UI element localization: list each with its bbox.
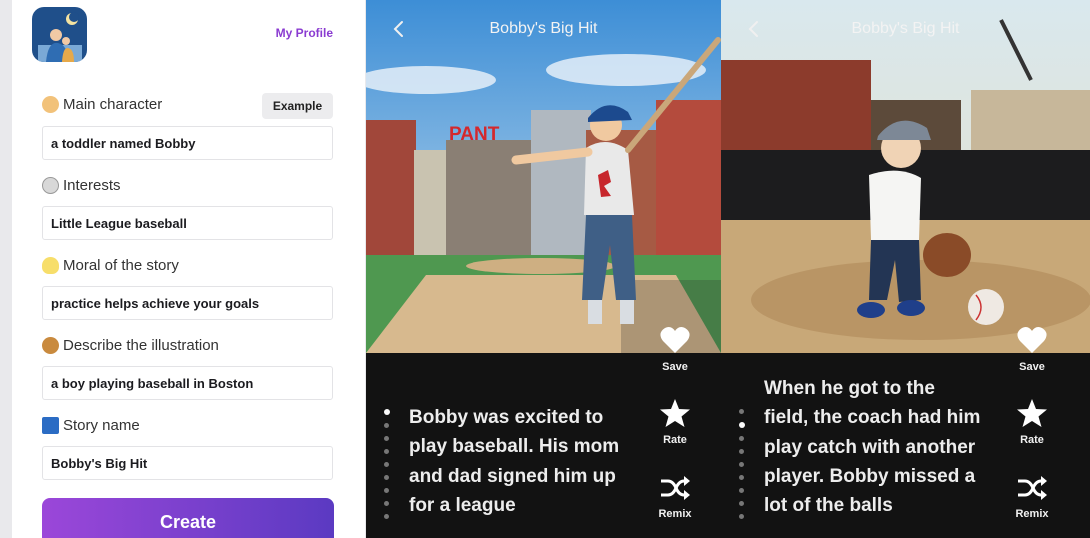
lightbulb-icon (42, 257, 59, 274)
palette-icon (42, 337, 59, 354)
interests-input[interactable]: Little League baseball (42, 206, 333, 240)
main-character-label: Main character (42, 96, 162, 113)
story-name-input[interactable]: Bobby's Big Hit (42, 446, 333, 480)
rate-button[interactable]: Rate (645, 398, 705, 446)
story-line: Bobby was excited to (409, 407, 604, 428)
rate-button[interactable]: Rate (1002, 398, 1062, 446)
story-name-label: Story name (42, 417, 140, 434)
story-line: lot of the balls (764, 495, 893, 517)
story-page-2: Bobby's Big Hit When he got to the field… (721, 0, 1090, 538)
heart-icon (660, 327, 690, 353)
story-line: and dad signed him up (409, 465, 616, 487)
page-2-header: Bobby's Big Hit (721, 0, 1090, 58)
save-button[interactable]: Save (1002, 325, 1062, 373)
remix-button[interactable]: Remix (1002, 474, 1062, 520)
story-line: play catch with another (764, 436, 976, 458)
create-button[interactable]: Create (42, 498, 334, 538)
page-1-pagination-dots (383, 409, 391, 527)
page-2-title: Bobby's Big Hit (851, 20, 960, 37)
main-character-label-text: Main character (63, 96, 163, 113)
shuffle-icon (1018, 476, 1047, 500)
story-line: for a league (409, 494, 516, 516)
blue-book-icon (42, 417, 59, 434)
page-2-story-text: When he got to the field, the coach had … (764, 374, 980, 520)
remix-button[interactable]: Remix (645, 474, 705, 520)
baby-face-icon (42, 96, 59, 113)
moral-input[interactable]: practice helps achieve your goals (42, 286, 333, 320)
interests-label-text: Interests (63, 177, 121, 194)
illustration-label-text: Describe the illustration (63, 337, 219, 354)
page-2-pagination-dots (738, 409, 746, 527)
shuffle-icon (661, 476, 690, 500)
example-button[interactable]: Example (262, 93, 333, 119)
back-chevron-icon[interactable] (390, 20, 408, 38)
save-label: Save (1019, 361, 1045, 373)
app-logo (32, 7, 87, 62)
moral-label: Moral of the story (42, 257, 179, 274)
heart-icon (1017, 327, 1047, 353)
story-line: play baseball. His mom (409, 436, 620, 458)
rate-label: Rate (663, 434, 687, 446)
story-form-panel: My Profile Main character Example a todd… (12, 0, 365, 538)
main-character-input[interactable]: a toddler named Bobby (42, 126, 333, 160)
remix-label: Remix (658, 508, 692, 520)
story-line: field, the coach had him (764, 407, 981, 429)
baseball-icon (42, 177, 59, 194)
page-1-story-text: Bobby was excited to play baseball. His … (409, 403, 619, 520)
remix-label: Remix (1015, 508, 1049, 520)
stadium-sign-text: PANT (449, 124, 500, 145)
story-page-1: PANT Bobby's Big Hit Bobby was excited t… (366, 0, 721, 538)
save-button[interactable]: Save (645, 325, 705, 373)
my-profile-link[interactable]: My Profile (276, 26, 333, 40)
star-icon (1017, 399, 1047, 427)
story-line: player. Bobby missed a (764, 465, 976, 487)
star-icon (660, 399, 690, 427)
illustration-label: Describe the illustration (42, 337, 219, 354)
story-name-label-text: Story name (63, 417, 140, 434)
save-label: Save (662, 361, 688, 373)
back-chevron-icon[interactable] (745, 20, 763, 38)
illustration-input[interactable]: a boy playing baseball in Boston (42, 366, 333, 400)
page-1-title: Bobby's Big Hit (489, 20, 598, 37)
page-1-header: Bobby's Big Hit (366, 0, 721, 58)
interests-label: Interests (42, 177, 121, 194)
rate-label: Rate (1020, 434, 1044, 446)
app-frame: My Profile Main character Example a todd… (0, 0, 1090, 538)
story-line: When he got to the (764, 378, 935, 399)
moral-label-text: Moral of the story (63, 257, 179, 274)
